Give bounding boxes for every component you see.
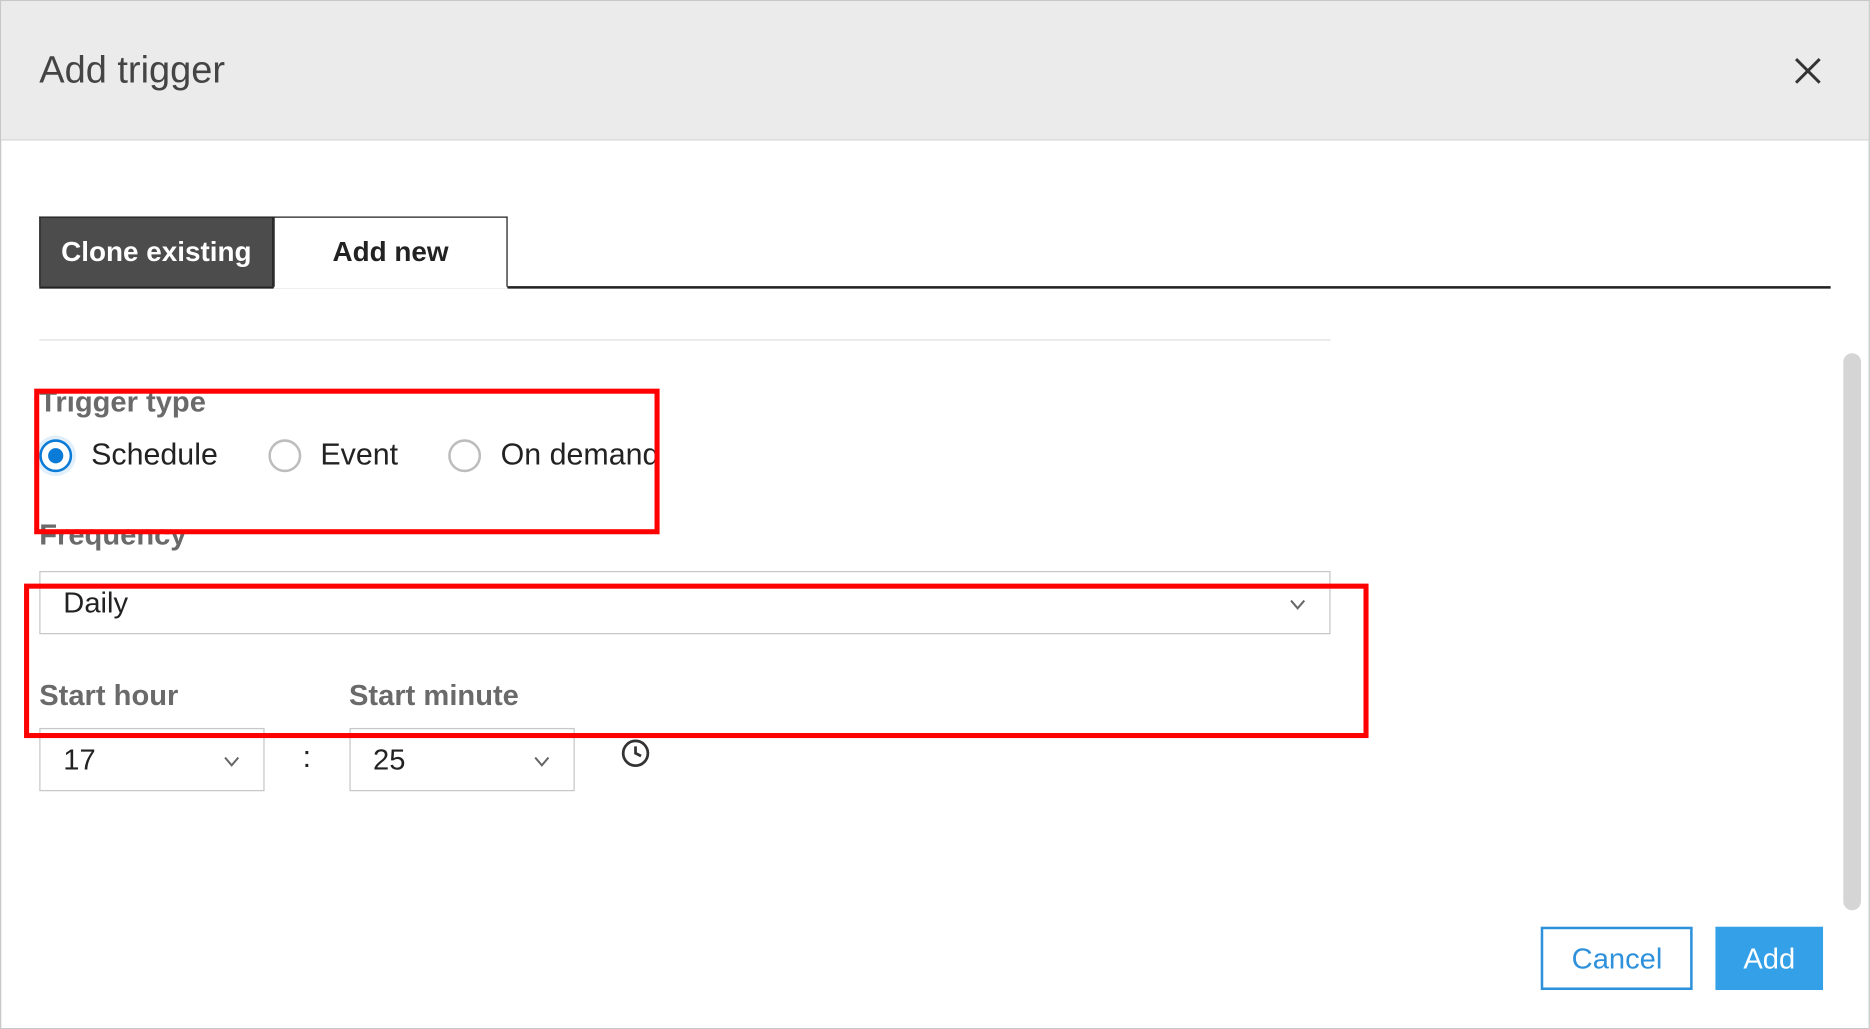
- frequency-select[interactable]: Daily: [39, 571, 1330, 634]
- start-minute-col: Start minute 25: [349, 679, 574, 792]
- scrollbar-thumb[interactable]: [1843, 353, 1861, 910]
- frequency-label: Frequency: [39, 518, 1368, 552]
- chevron-down-icon: [533, 743, 551, 777]
- dialog-footer: Cancel Add: [1, 889, 1868, 1028]
- frequency-section: Frequency Daily: [39, 518, 1368, 634]
- radio-icon: [449, 439, 482, 472]
- start-minute-label: Start minute: [349, 679, 574, 713]
- frequency-value: Daily: [63, 586, 128, 620]
- trigger-type-label: Trigger type: [39, 385, 1368, 419]
- start-minute-select[interactable]: 25: [349, 728, 574, 791]
- trigger-type-radio-group: Schedule Event On demand: [39, 438, 1368, 473]
- time-separator: :: [303, 741, 311, 792]
- chevron-down-icon: [1289, 586, 1307, 620]
- time-row: Start hour 17 : Start minute 25: [39, 679, 1830, 792]
- tab-add-new[interactable]: Add new: [273, 216, 507, 288]
- dialog-header: Add trigger: [1, 1, 1868, 140]
- radio-schedule[interactable]: Schedule: [39, 438, 218, 473]
- radio-label: On demand: [501, 438, 660, 473]
- radio-event[interactable]: Event: [268, 438, 398, 473]
- tab-clone-existing[interactable]: Clone existing: [39, 216, 273, 286]
- dialog-body: Clone existing Add new Trigger type Sche…: [1, 141, 1868, 890]
- start-minute-value: 25: [373, 743, 405, 777]
- dialog-title: Add trigger: [39, 49, 225, 92]
- radio-label: Event: [320, 438, 398, 473]
- divider: [39, 339, 1330, 340]
- trigger-type-section: Trigger type Schedule Event On demand: [39, 385, 1368, 474]
- tabs: Clone existing Add new: [39, 216, 1830, 288]
- radio-icon: [268, 439, 301, 472]
- add-button[interactable]: Add: [1716, 927, 1824, 990]
- close-icon[interactable]: [1785, 47, 1831, 93]
- clock-icon: [619, 737, 652, 791]
- chevron-down-icon: [223, 743, 241, 777]
- start-hour-label: Start hour: [39, 679, 264, 713]
- radio-label: Schedule: [91, 438, 218, 473]
- cancel-button[interactable]: Cancel: [1541, 927, 1692, 990]
- radio-icon: [39, 439, 72, 472]
- start-hour-col: Start hour 17: [39, 679, 264, 792]
- start-hour-select[interactable]: 17: [39, 728, 264, 791]
- radio-on-demand[interactable]: On demand: [449, 438, 660, 473]
- start-hour-value: 17: [63, 743, 95, 777]
- add-trigger-dialog: Add trigger Clone existing Add new Trigg…: [0, 0, 1870, 1029]
